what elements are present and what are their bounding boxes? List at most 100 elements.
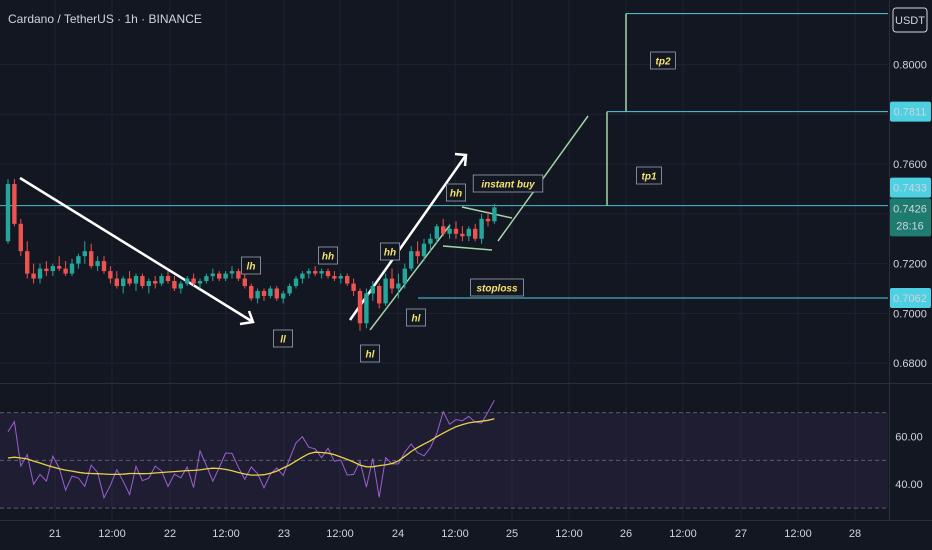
currency-label: USDT <box>895 15 925 27</box>
time-tick-label: 22 <box>164 528 176 540</box>
candle <box>140 276 145 287</box>
annotation-tp1: tp1 <box>642 172 657 183</box>
candle <box>460 233 465 237</box>
price-tick-label: 0.8000 <box>893 60 927 72</box>
time-tick-label: 28 <box>849 528 861 540</box>
candle <box>121 278 126 287</box>
candle <box>332 276 337 279</box>
candle <box>76 256 81 264</box>
candle <box>492 207 497 222</box>
candle <box>127 278 132 284</box>
annotation-tp2: tp2 <box>656 57 671 68</box>
candle <box>441 226 446 234</box>
candle <box>479 218 484 239</box>
annotation-lh: lh <box>247 262 256 273</box>
target-zone <box>0 0 888 206</box>
annotation-ll: ll <box>280 335 286 346</box>
candle <box>57 266 62 269</box>
candle <box>159 276 164 284</box>
annotation-hh: hh <box>384 248 396 259</box>
candle <box>281 293 286 299</box>
candle <box>108 271 113 279</box>
time-tick-label: 12:00 <box>212 528 240 540</box>
annotation-stoploss: stoploss <box>476 284 518 295</box>
candle <box>101 261 107 272</box>
candle <box>274 288 279 299</box>
candle <box>261 290 267 296</box>
candle <box>191 278 196 284</box>
candle <box>82 251 87 257</box>
annotation-hl: hl <box>366 350 375 361</box>
candle <box>255 290 260 299</box>
flag-upper-line <box>461 206 513 219</box>
rsi-tick-label: 60.00 <box>895 431 923 443</box>
candle <box>473 228 478 239</box>
candle <box>357 290 363 324</box>
candle <box>300 273 305 279</box>
candle <box>242 278 247 287</box>
time-tick-label: 25 <box>506 528 518 540</box>
time-tick-label: 12:00 <box>555 528 583 540</box>
candle <box>268 288 273 296</box>
candle <box>370 286 375 294</box>
candle <box>223 273 228 279</box>
candle <box>197 281 203 284</box>
candle <box>63 268 68 274</box>
time-tick-label: 12:00 <box>98 528 126 540</box>
time-tick-label: 21 <box>49 528 61 540</box>
time-tick-label: 12:00 <box>326 528 354 540</box>
candle <box>287 286 292 294</box>
time-tick-label: 12:00 <box>669 528 697 540</box>
candle <box>165 276 171 282</box>
price-tag-label: 0.7811 <box>894 107 927 119</box>
candle <box>133 276 139 284</box>
candle <box>434 226 439 239</box>
candle <box>389 278 395 289</box>
candle <box>415 251 420 257</box>
rsi-tick-label: 40.00 <box>895 479 923 491</box>
annotation-hh: hh <box>450 189 462 200</box>
candle <box>185 278 190 284</box>
candle <box>485 218 491 222</box>
candle <box>229 271 235 274</box>
price-tag-label: 0.7433 <box>893 183 927 195</box>
price-tick-label: 0.7000 <box>893 308 927 320</box>
price-tag-label: 0.7062 <box>893 293 927 305</box>
candle <box>31 273 36 279</box>
price-tick-label: 0.7600 <box>893 159 927 171</box>
candle <box>351 283 356 291</box>
candle <box>69 263 75 274</box>
candle <box>409 251 414 269</box>
candle <box>5 184 11 242</box>
candle <box>345 276 350 284</box>
price-tick-label: 0.7200 <box>893 259 927 271</box>
symbol-title[interactable]: Cardano / TetherUS · 1h · BINANCE <box>8 12 202 26</box>
candle <box>364 293 369 324</box>
candle <box>377 286 382 304</box>
candle <box>89 251 94 267</box>
candle <box>178 283 183 289</box>
price-tick-label: 0.6800 <box>893 358 927 370</box>
candle <box>447 228 452 234</box>
candle <box>146 281 151 287</box>
candle <box>293 278 299 287</box>
candle <box>453 228 459 234</box>
candle <box>210 273 215 277</box>
chart-canvas[interactable]: 0.6800 0.7000 0.7200 0.7600 0.8000 60.00 40.00… <box>0 0 932 550</box>
candle <box>383 278 388 304</box>
time-tick-label: 12:00 <box>441 528 469 540</box>
candle <box>236 271 241 279</box>
candle <box>319 271 324 274</box>
candle <box>153 281 158 284</box>
candle-countdown: 28:16 <box>896 220 924 232</box>
candle <box>25 251 30 274</box>
candle <box>313 271 318 274</box>
annotation-instant-buy: instant buy <box>481 180 535 191</box>
candle <box>325 271 331 277</box>
annotation-hh: hh <box>322 252 334 263</box>
candle <box>428 238 433 244</box>
candle <box>306 271 311 274</box>
candle <box>466 228 471 237</box>
candle <box>172 281 177 289</box>
annotation-hl: hl <box>412 314 421 325</box>
